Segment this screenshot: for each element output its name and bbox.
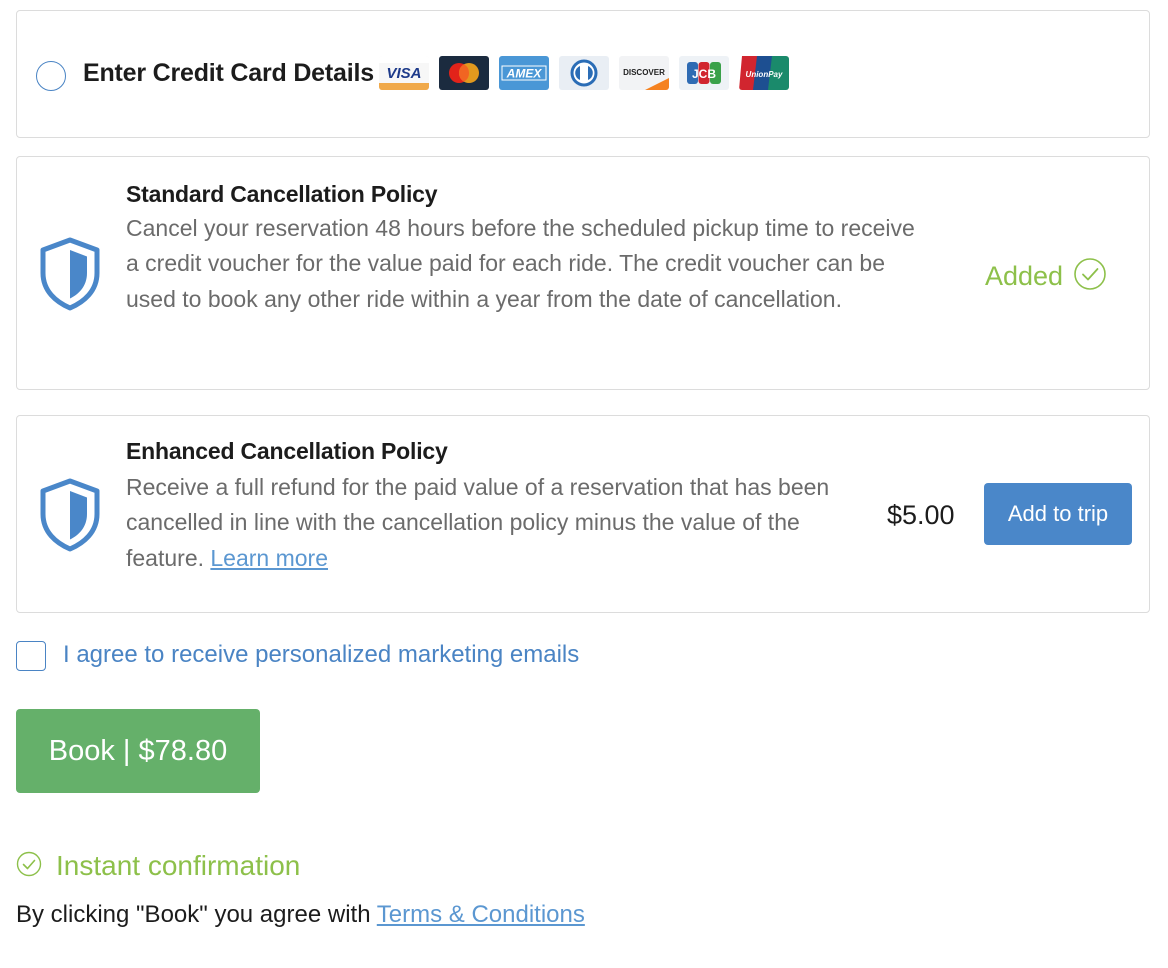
shield-icon xyxy=(39,237,101,316)
unionpay-logo-icon: UnionPay xyxy=(739,56,789,90)
card-brand-logos: VISA AMEX DISCOVER JCB UnionPay xyxy=(379,56,789,90)
amex-logo-icon: AMEX xyxy=(499,56,549,90)
mastercard-logo-icon xyxy=(439,56,489,90)
credit-card-option[interactable]: Enter Credit Card Details VISA AMEX DISC… xyxy=(16,10,1150,138)
discover-text: DISCOVER xyxy=(623,68,665,77)
unionpay-text: UnionPay xyxy=(746,70,783,79)
discover-logo-icon: DISCOVER xyxy=(619,56,669,90)
credit-card-radio[interactable] xyxy=(36,61,66,91)
instant-confirmation-label: Instant confirmation xyxy=(56,850,301,881)
marketing-emails-label[interactable]: I agree to receive personalized marketin… xyxy=(63,641,579,669)
enhanced-policy-title: Enhanced Cancellation Policy xyxy=(126,438,448,464)
terms-notice: By clicking "Book" you agree with Terms … xyxy=(16,901,585,929)
terms-conditions-link[interactable]: Terms & Conditions xyxy=(377,901,585,928)
jcb-text: JCB xyxy=(692,67,716,81)
enhanced-policy-description: Receive a full refund for the paid value… xyxy=(126,470,871,576)
amex-text: AMEX xyxy=(506,67,543,81)
check-circle-icon xyxy=(16,851,42,882)
added-status: Added xyxy=(985,257,1107,296)
visa-logo-icon: VISA xyxy=(379,56,429,90)
instant-confirmation: Instant confirmation xyxy=(16,850,300,882)
added-label: Added xyxy=(985,261,1064,291)
standard-policy-title: Standard Cancellation Policy xyxy=(126,181,438,207)
enhanced-policy-price: $5.00 xyxy=(887,500,955,530)
shield-icon xyxy=(39,478,101,557)
visa-text: VISA xyxy=(386,65,421,82)
terms-prefix: By clicking "Book" you agree with xyxy=(16,901,377,928)
credit-card-label[interactable]: Enter Credit Card Details xyxy=(83,59,374,88)
standard-policy-card: Standard Cancellation Policy Cancel your… xyxy=(16,156,1150,390)
check-circle-icon xyxy=(1073,257,1107,296)
book-button[interactable]: Book | $78.80 xyxy=(16,709,260,793)
marketing-emails-checkbox[interactable] xyxy=(16,641,46,671)
diners-logo-icon xyxy=(559,56,609,90)
standard-policy-description: Cancel your reservation 48 hours before … xyxy=(126,215,915,312)
jcb-logo-icon: JCB xyxy=(679,56,729,90)
add-to-trip-button[interactable]: Add to trip xyxy=(984,483,1132,545)
enhanced-policy-card: Enhanced Cancellation Policy Receive a f… xyxy=(16,415,1150,613)
learn-more-link[interactable]: Learn more xyxy=(210,545,328,571)
